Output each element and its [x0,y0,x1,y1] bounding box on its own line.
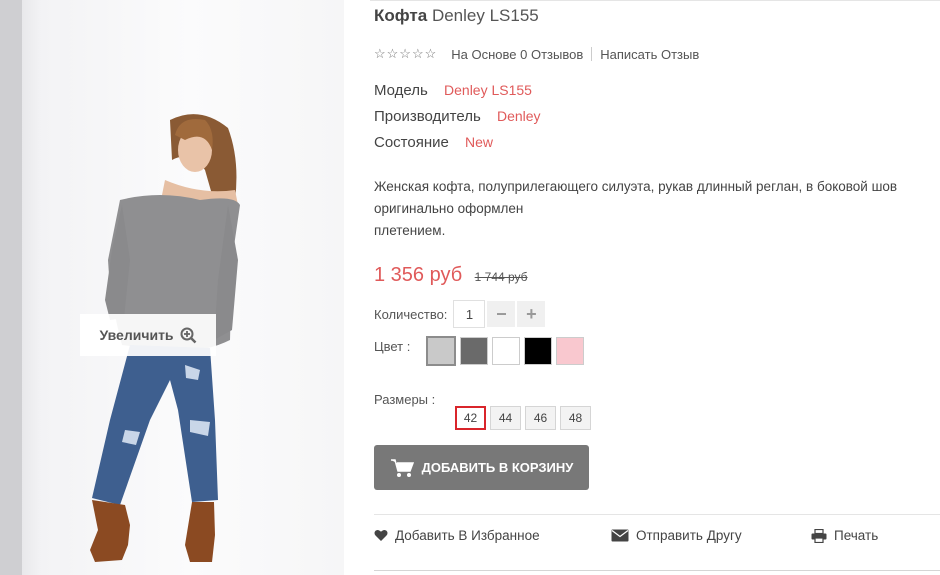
attr-manufacturer: Производитель Denley [374,108,541,125]
printer-icon [811,528,827,543]
description-line: оригинально оформлен [374,201,524,216]
color-swatch-white[interactable] [492,337,521,365]
top-divider [370,0,940,1]
heart-icon [374,530,388,541]
send-friend-label: Отправить Другу [636,528,742,543]
size-option-42[interactable]: 42 [455,406,486,430]
add-to-cart-label: ДОБАВИТЬ В КОРЗИНУ [421,460,574,475]
zoom-in-icon [180,327,196,343]
quantity-minus-button[interactable]: − [487,301,516,327]
model-figure [90,114,240,562]
color-swatch-gray[interactable] [426,336,457,366]
envelope-icon [611,529,629,542]
bottom-divider [374,570,940,571]
actions-divider [374,514,940,515]
size-option-46[interactable]: 46 [525,406,556,430]
star-rating-icon: ☆☆☆☆☆ [374,46,438,61]
price-old: 1 744 руб [474,270,528,284]
size-option-44[interactable]: 44 [490,406,521,430]
size-option-48[interactable]: 48 [560,406,591,430]
quantity-row: Количество: 1 − + [374,300,546,328]
product-actions: Добавить В Избранное Отправить Другу Печ… [374,528,940,548]
color-row: Цвет : [374,336,588,366]
quantity-plus-button[interactable]: + [517,301,546,327]
title-model: Denley LS155 [431,6,539,25]
quantity-input[interactable]: 1 [453,300,486,328]
attr-manufacturer-value[interactable]: Denley [497,108,541,124]
zoom-label: Увеличить [99,327,174,343]
product-description: Женская кофта, полуприлегающего силуэта,… [374,176,934,242]
color-swatch-black[interactable] [524,337,553,365]
color-label: Цвет : [374,338,411,354]
attr-condition-label: Состояние [374,134,449,151]
price-block: 1 356 руб 1 744 руб [374,264,528,287]
sizes-label: Размеры : [374,392,436,407]
attr-condition: Состояние New [374,134,493,151]
quantity-label: Количество: [374,306,448,322]
rating-row: ☆☆☆☆☆ На Основе 0 Отзывов Написать Отзыв [374,46,699,62]
attr-manufacturer-label: Производитель [374,108,481,125]
description-line: плетением. [374,223,446,238]
rating-separator [591,47,593,61]
reviews-link[interactable]: На Основе 0 Отзывов [451,47,583,62]
color-swatch-pink[interactable] [556,337,585,365]
color-swatch-dark-gray[interactable] [460,337,489,365]
attr-model-value[interactable]: Denley LS155 [444,82,532,98]
title-brand: Кофта [374,6,428,25]
attr-model: Модель Denley LS155 [374,82,532,99]
size-options: 42 44 46 48 [455,406,591,430]
zoom-button[interactable]: Увеличить [80,314,216,356]
attr-model-label: Модель [374,82,428,99]
product-image[interactable]: Увеличить [0,0,344,575]
shopping-cart-icon [390,458,414,477]
print-label: Печать [834,528,879,543]
wishlist-label: Добавить В Избранное [395,528,540,543]
attr-condition-value: New [465,134,494,150]
price-current: 1 356 руб [374,264,463,286]
add-to-wishlist-button[interactable]: Добавить В Избранное [374,528,540,543]
product-title: Кофта Denley LS155 [374,6,539,26]
print-button[interactable]: Печать [811,528,878,543]
send-to-friend-button[interactable]: Отправить Другу [611,528,742,543]
description-line: Женская кофта, полуприлегающего силуэта,… [374,179,898,194]
write-review-link[interactable]: Написать Отзыв [600,47,699,62]
add-to-cart-button[interactable]: ДОБАВИТЬ В КОРЗИНУ [374,445,589,490]
